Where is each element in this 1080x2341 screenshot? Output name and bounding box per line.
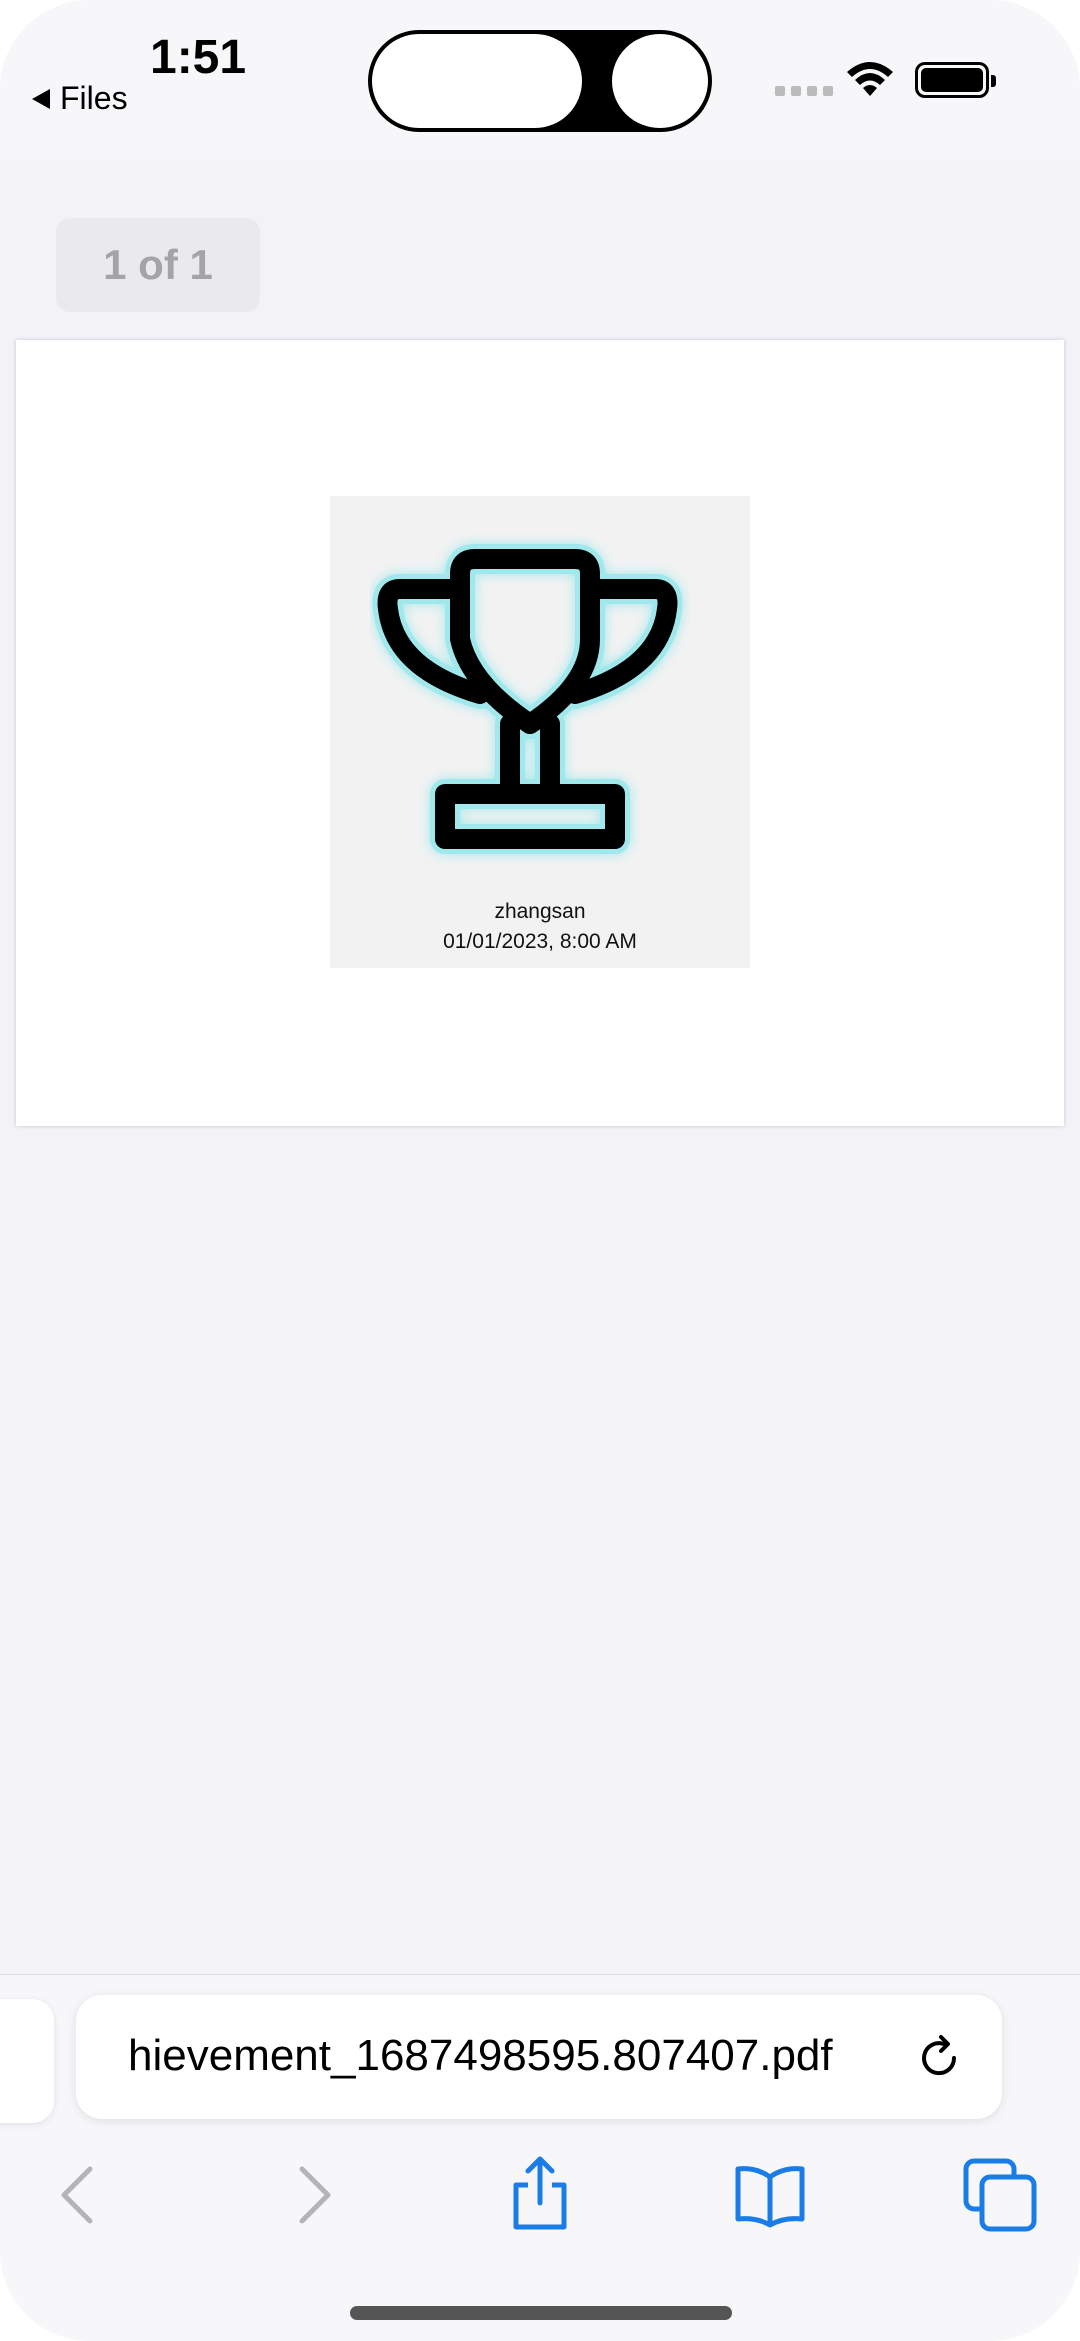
- island-dot: [612, 34, 708, 128]
- address-bar[interactable]: hievement_1687498595.807407.pdf: [76, 1995, 1002, 2119]
- book-icon[interactable]: [730, 2155, 810, 2235]
- home-indicator[interactable]: [350, 2306, 732, 2320]
- bottom-toolbar: hievement_1687498595.807407.pdf: [0, 1974, 1080, 2341]
- status-time: 1:51: [150, 31, 247, 84]
- wifi-icon: [847, 62, 893, 96]
- browser-nav-row: [0, 2155, 1080, 2235]
- chevron-left-icon[interactable]: [40, 2155, 120, 2235]
- page-indicator: 1 of 1: [56, 218, 260, 312]
- reload-icon[interactable]: [914, 2033, 964, 2083]
- achievement-username: zhangsan: [494, 900, 586, 923]
- achievement-datetime: 01/01/2023, 8:00 AM: [443, 930, 637, 953]
- phone-screen: 1:51 Files 1 of 1 zhangsan 01/01/2023, 8…: [0, 0, 1080, 2341]
- cellular-signal-icon: [775, 86, 833, 96]
- back-to-files-button[interactable]: Files: [32, 80, 128, 117]
- achievement-card: zhangsan 01/01/2023, 8:00 AM: [330, 496, 750, 968]
- address-text: hievement_1687498595.807407.pdf: [128, 2031, 928, 2083]
- back-label: Files: [60, 80, 128, 116]
- chevron-right-icon[interactable]: [272, 2155, 352, 2235]
- tabs-icon[interactable]: [960, 2155, 1040, 2235]
- dynamic-island: [368, 30, 712, 132]
- pdf-page[interactable]: zhangsan 01/01/2023, 8:00 AM: [16, 340, 1064, 1126]
- status-bar: 1:51 Files: [0, 0, 1080, 160]
- share-icon[interactable]: [500, 2155, 580, 2235]
- back-triangle-icon: [32, 88, 50, 109]
- island-pill: [372, 34, 582, 128]
- trophy-icon: [372, 544, 683, 854]
- battery-icon: [915, 62, 996, 98]
- address-url: hievement_1687498595.807407.pdf: [128, 2031, 833, 2080]
- previous-tab-preview[interactable]: [0, 1999, 54, 2123]
